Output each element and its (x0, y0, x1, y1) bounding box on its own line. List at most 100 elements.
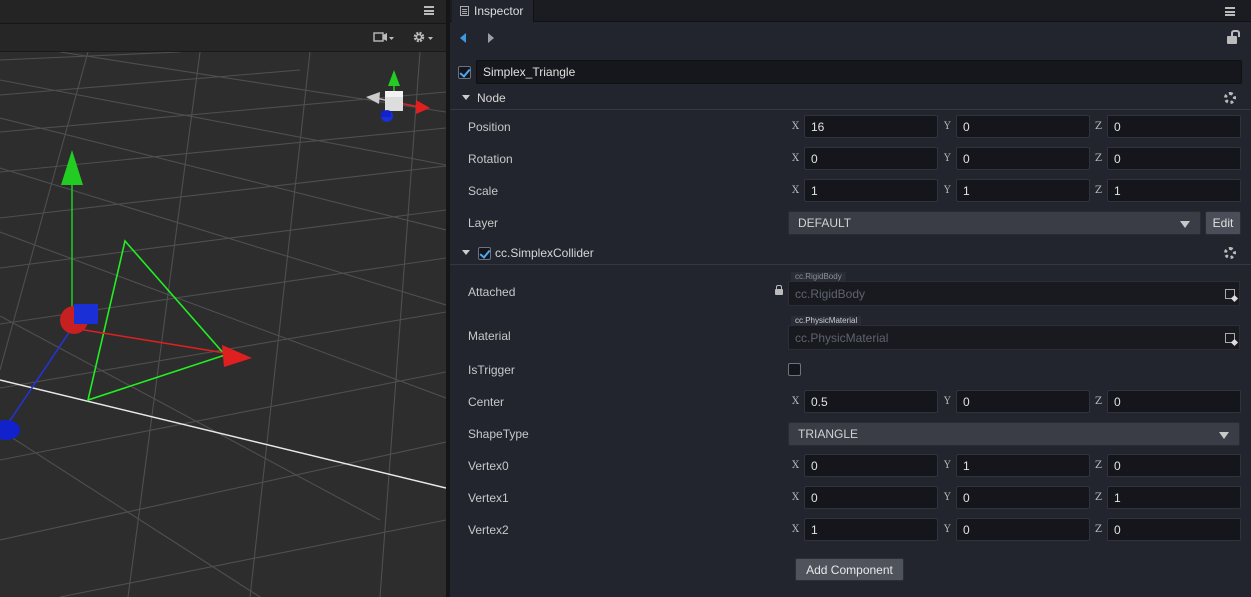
axis-z-label: Z (1095, 121, 1102, 132)
axis-z-label: Z (1095, 524, 1102, 535)
position-y-field[interactable]: 0 (956, 115, 1090, 138)
camera-icon (373, 32, 394, 42)
vertex2-label: Vertex2 (468, 523, 509, 537)
axis-x-label: X (792, 460, 800, 471)
document-icon (460, 6, 469, 16)
scene-panel (0, 0, 446, 597)
layer-select[interactable]: DEFAULT (788, 211, 1201, 235)
vertex1-y-field[interactable]: 0 (956, 486, 1090, 509)
inspector-tab-title: Inspector (474, 4, 524, 18)
inspector-panel: Inspector Simplex_Triangle Node Position… (450, 0, 1251, 597)
layer-label: Layer (468, 216, 499, 230)
rotation-label: Rotation (468, 152, 513, 166)
scale-y-field[interactable]: 1 (956, 179, 1090, 202)
material-ref-field[interactable]: cc.PhysicMaterial (788, 325, 1240, 350)
gear-icon[interactable] (1224, 247, 1236, 259)
material-ref-placeholder: cc.PhysicMaterial (795, 330, 889, 345)
scene-settings-button[interactable] (412, 30, 436, 46)
layer-edit-button[interactable]: Edit (1205, 211, 1241, 235)
istrigger-label: IsTrigger (468, 363, 515, 377)
inspector-menu-button[interactable] (1225, 5, 1235, 17)
camera-dropdown-button[interactable] (373, 30, 395, 46)
axis-z-label: Z (1095, 153, 1102, 164)
lock-icon[interactable] (1227, 30, 1240, 44)
attached-ref-field: cc.RigidBody (788, 281, 1240, 306)
vertex1-z-field[interactable]: 1 (1107, 486, 1241, 509)
vertex2-y-field[interactable]: 0 (956, 518, 1090, 541)
material-label: Material (468, 329, 511, 343)
position-x-field[interactable]: 16 (804, 115, 938, 138)
scale-x-field[interactable]: 1 (804, 179, 938, 202)
axis-x-label: X (792, 492, 800, 503)
scale-z-field[interactable]: 1 (1107, 179, 1241, 202)
position-label: Position (468, 120, 511, 134)
inspector-header: Inspector (450, 0, 1251, 22)
forward-arrow-icon[interactable] (488, 33, 494, 43)
caret-down-icon[interactable] (462, 250, 470, 255)
collider-section-header[interactable]: cc.SimplexCollider (450, 241, 1251, 265)
axis-y-label: Y (944, 492, 951, 503)
axis-x-label: X (792, 524, 800, 535)
caret-down-icon (1219, 432, 1229, 439)
menu-icon (1225, 7, 1235, 16)
center-label: Center (468, 395, 505, 409)
node-active-checkbox[interactable] (458, 66, 471, 79)
inspector-tab[interactable]: Inspector (452, 0, 535, 22)
rotation-x-field[interactable]: 0 (804, 147, 938, 170)
gear-icon (413, 31, 433, 43)
inspector-nav-row (450, 23, 1251, 55)
axis-y-label: Y (944, 460, 951, 471)
position-z-field[interactable]: 0 (1107, 115, 1241, 138)
gizmo-xy-plane[interactable] (74, 304, 98, 324)
menu-icon (424, 6, 434, 15)
shapetype-select[interactable]: TRIANGLE (788, 422, 1240, 446)
scene-menu-button[interactable] (424, 4, 434, 18)
collider-enabled-checkbox[interactable] (478, 247, 491, 260)
caret-down-icon[interactable] (462, 95, 470, 100)
attached-ref-placeholder: cc.RigidBody (795, 286, 866, 301)
vertex0-y-field[interactable]: 1 (956, 454, 1090, 477)
axis-y-label: Y (944, 524, 951, 535)
scene-toolbar (0, 24, 446, 52)
axis-x-label: X (792, 185, 800, 196)
object-picker-icon[interactable] (1225, 333, 1235, 343)
vertex2-z-field[interactable]: 0 (1107, 518, 1241, 541)
center-y-field[interactable]: 0 (956, 390, 1090, 413)
center-z-field[interactable]: 0 (1107, 390, 1241, 413)
istrigger-checkbox[interactable] (788, 363, 801, 376)
axis-x-label: X (792, 396, 800, 407)
rotation-y-field[interactable]: 0 (956, 147, 1090, 170)
rotation-z-field[interactable]: 0 (1107, 147, 1241, 170)
axis-x-label: X (792, 121, 800, 132)
axis-y-label: Y (944, 121, 951, 132)
object-picker-icon (1225, 289, 1235, 299)
node-section-header[interactable]: Node (450, 86, 1251, 110)
axis-y-label: Y (944, 153, 951, 164)
layer-select-value: DEFAULT (798, 216, 852, 230)
node-name-input[interactable]: Simplex_Triangle (476, 60, 1242, 84)
axis-y-label: Y (944, 185, 951, 196)
attached-label: Attached (468, 285, 516, 299)
gear-icon[interactable] (1224, 92, 1236, 104)
node-section-title: Node (477, 91, 506, 105)
shapetype-label: ShapeType (468, 427, 529, 441)
scene-viewport[interactable] (0, 52, 446, 597)
axis-z-label: Z (1095, 492, 1102, 503)
collider-section-title: cc.SimplexCollider (495, 246, 594, 260)
vertex2-x-field[interactable]: 1 (804, 518, 938, 541)
axis-z-label: Z (1095, 460, 1102, 471)
vertex1-x-field[interactable]: 0 (804, 486, 938, 509)
caret-down-icon (1180, 221, 1190, 228)
vertex0-label: Vertex0 (468, 459, 509, 473)
vertex0-z-field[interactable]: 0 (1107, 454, 1241, 477)
scene-panel-header (0, 0, 446, 24)
axis-z-label: Z (1095, 185, 1102, 196)
scale-label: Scale (468, 184, 499, 198)
center-x-field[interactable]: 0.5 (804, 390, 938, 413)
vertex1-label: Vertex1 (468, 491, 509, 505)
axis-z-label: Z (1095, 396, 1102, 407)
back-arrow-icon[interactable] (460, 33, 466, 43)
add-component-button[interactable]: Add Component (795, 558, 904, 581)
axis-x-label: X (792, 153, 800, 164)
vertex0-x-field[interactable]: 0 (804, 454, 938, 477)
